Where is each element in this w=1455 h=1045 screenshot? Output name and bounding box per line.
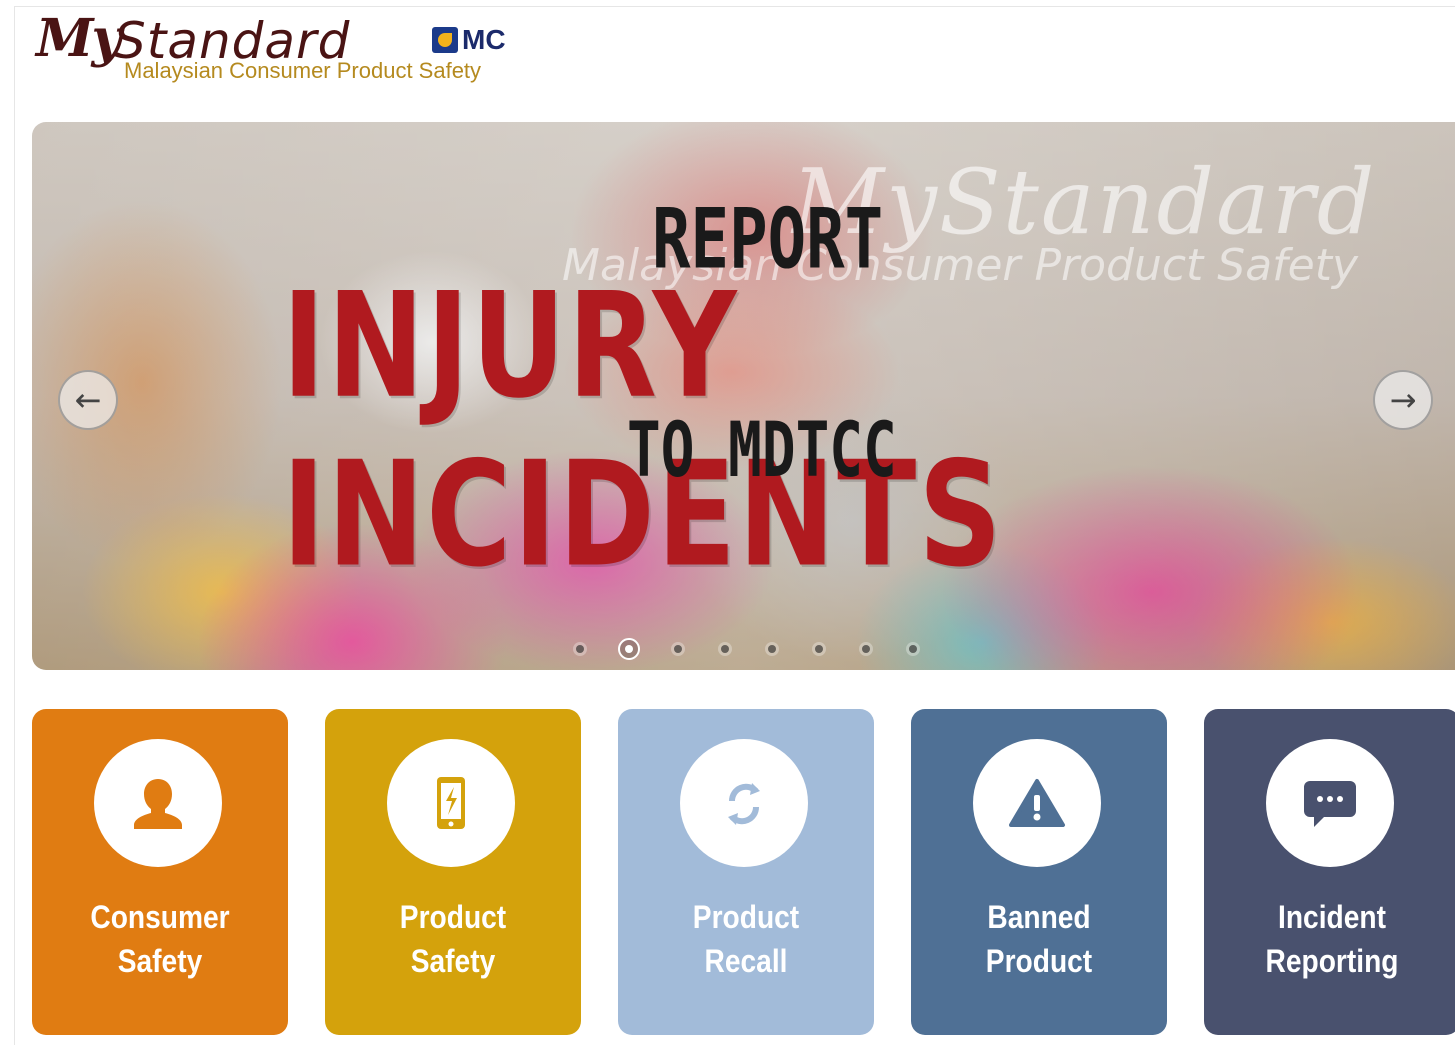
tile-icon-circle xyxy=(1266,739,1394,867)
carousel-dot-4[interactable] xyxy=(718,642,732,656)
logo-my-text: My xyxy=(36,8,122,69)
tile-label-line2: Reporting xyxy=(1265,943,1399,979)
mc-badge-icon xyxy=(432,27,458,53)
tile-product-recall[interactable]: Product Recall xyxy=(618,709,874,1035)
tile-label-line1: Product xyxy=(692,899,800,935)
tile-label: Incident Reporting xyxy=(1219,895,1444,983)
tile-label: Banned Product xyxy=(926,895,1151,983)
carousel-dot-6[interactable] xyxy=(812,642,826,656)
carousel-indicators xyxy=(573,638,920,660)
tile-banned-product[interactable]: Banned Product xyxy=(911,709,1167,1035)
arrow-right-icon: → xyxy=(1389,381,1417,419)
phone-icon xyxy=(437,777,465,829)
tile-label-line1: Consumer xyxy=(90,899,230,935)
tile-label: Product Safety xyxy=(340,895,565,983)
logo-subtitle: Malaysian Consumer Product Safety xyxy=(124,58,482,83)
tile-icon-circle xyxy=(680,739,808,867)
carousel-next-button[interactable]: → xyxy=(1373,370,1433,430)
tile-label-line2: Safety xyxy=(117,943,203,979)
tile-label-line2: Safety xyxy=(410,943,496,979)
tile-icon-circle xyxy=(973,739,1101,867)
warning-icon xyxy=(1009,779,1065,827)
tile-label-line1: Incident xyxy=(1278,899,1386,935)
carousel-prev-button[interactable]: ← xyxy=(58,370,118,430)
tile-label: Product Recall xyxy=(633,895,858,983)
carousel-dot-8[interactable] xyxy=(906,642,920,656)
tile-consumer-safety[interactable]: Consumer Safety xyxy=(32,709,288,1035)
site-logo[interactable]: My Standard Malaysian Consumer Product S… xyxy=(36,8,556,98)
tile-label-line2: Recall xyxy=(704,943,788,979)
category-tiles: Consumer Safety Product Safety Product R… xyxy=(32,709,1455,1035)
carousel-dot-5[interactable] xyxy=(765,642,779,656)
top-border xyxy=(14,6,1455,7)
logo-badge: MC xyxy=(432,24,506,56)
page: My Standard Malaysian Consumer Product S… xyxy=(0,0,1455,1045)
slide-headline-mdtcc: TO MDTCC xyxy=(627,407,897,495)
tile-icon-circle xyxy=(94,739,222,867)
tile-label-line2: Product xyxy=(985,943,1093,979)
carousel-dot-7[interactable] xyxy=(859,642,873,656)
chat-bubble-icon xyxy=(1304,781,1356,827)
carousel-dot-2[interactable] xyxy=(618,638,640,660)
tile-product-safety[interactable]: Product Safety xyxy=(325,709,581,1035)
carousel-dot-1[interactable] xyxy=(573,642,587,656)
arrow-left-icon: ← xyxy=(74,381,102,419)
left-border xyxy=(14,6,15,1045)
hero-carousel[interactable]: MyStandard Malaysian Consumer Product Sa… xyxy=(32,122,1455,670)
logo-badge-text: MC xyxy=(462,24,506,55)
carousel-dot-3[interactable] xyxy=(671,642,685,656)
tile-icon-circle xyxy=(387,739,515,867)
tile-label-line1: Product xyxy=(399,899,507,935)
tile-label-line1: Banned xyxy=(987,899,1091,935)
tile-label: Consumer Safety xyxy=(47,895,272,983)
tile-incident-reporting[interactable]: Incident Reporting xyxy=(1204,709,1455,1035)
user-icon xyxy=(134,779,182,829)
recall-arrows-icon xyxy=(728,783,760,825)
